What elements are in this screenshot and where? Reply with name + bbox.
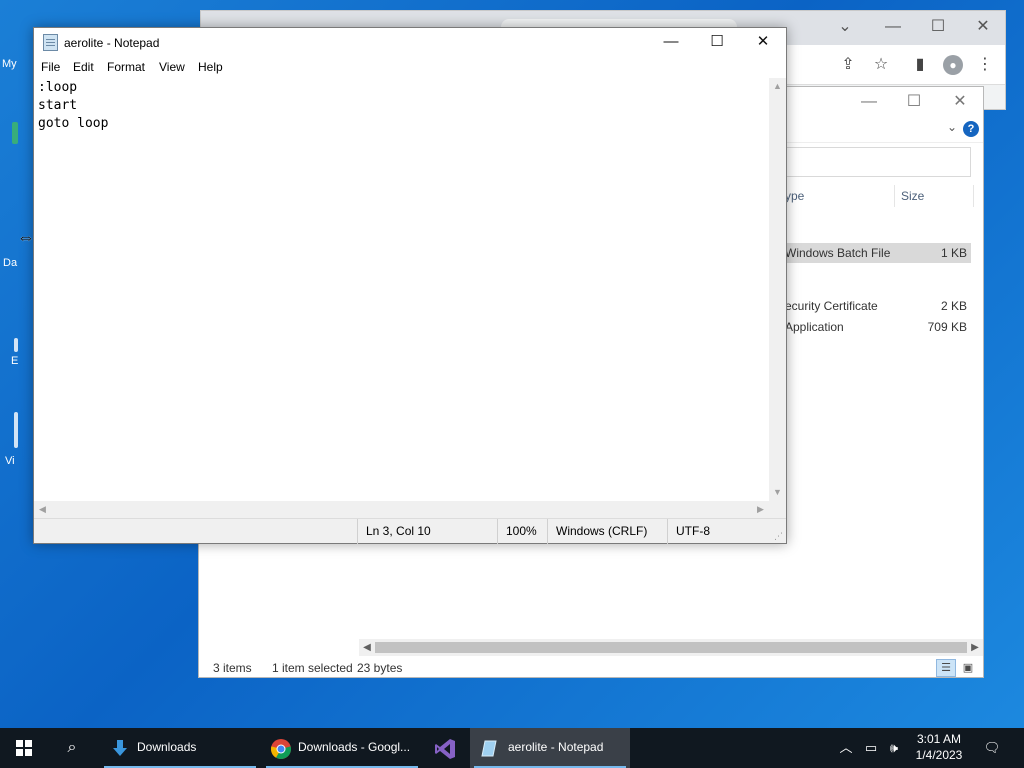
status-zoom: 100% xyxy=(497,519,547,544)
taskbar-item-label: aerolite - Notepad xyxy=(508,740,604,754)
app-icon xyxy=(12,122,18,144)
menu-edit[interactable]: Edit xyxy=(73,60,94,74)
desktop-icon-label: Vi xyxy=(5,455,15,467)
close-icon[interactable]: ✕ xyxy=(948,91,972,113)
notepad-icon xyxy=(480,738,500,758)
app-icon xyxy=(14,412,18,448)
chevron-down-icon[interactable]: ⌄ xyxy=(947,120,957,134)
resize-cursor-icon: ⇔ xyxy=(17,227,35,247)
status-bytes: 23 bytes xyxy=(357,661,403,675)
column-divider[interactable] xyxy=(973,185,974,207)
search-icon: ⌕ xyxy=(67,739,77,756)
status-encoding: UTF-8 xyxy=(667,519,786,544)
windows-logo-icon xyxy=(16,740,32,756)
scroll-right-icon[interactable]: ▶ xyxy=(752,501,769,518)
minimize-icon[interactable]: — xyxy=(883,17,903,37)
profile-avatar-icon[interactable]: ● xyxy=(943,55,963,75)
chrome-tab-search-icon[interactable]: ⌄ xyxy=(835,17,855,37)
vertical-scrollbar[interactable]: ▲ ▼ xyxy=(769,78,786,501)
minimize-button[interactable]: — xyxy=(648,28,694,58)
scrollbar-corner xyxy=(769,501,786,518)
editor-content[interactable]: :loop start goto loop xyxy=(38,79,108,133)
file-type: Windows Batch File xyxy=(785,246,891,260)
maximize-icon[interactable]: ☐ xyxy=(928,17,948,37)
download-arrow-icon xyxy=(110,738,130,758)
close-button[interactable]: ✕ xyxy=(740,28,786,58)
side-panel-icon[interactable]: ▮ xyxy=(910,55,930,75)
file-size: 2 KB xyxy=(940,299,967,313)
maximize-button[interactable]: ☐ xyxy=(694,28,740,58)
column-size[interactable]: Size xyxy=(901,189,924,203)
taskbar-item-notepad[interactable]: aerolite - Notepad xyxy=(470,728,630,768)
notepad-window[interactable]: aerolite - Notepad — ☐ ✕ File Edit Forma… xyxy=(33,27,787,544)
chrome-icon xyxy=(270,738,292,760)
app-icon xyxy=(14,338,18,352)
desktop-icon-label: E xyxy=(11,355,19,367)
scroll-left-icon[interactable]: ◀ xyxy=(359,639,375,656)
window-title: aerolite - Notepad xyxy=(64,36,160,50)
taskbar-item-label: Downloads xyxy=(137,740,197,754)
taskbar-item-visual-studio[interactable] xyxy=(424,728,468,768)
status-selected: 1 item selected xyxy=(272,661,353,675)
minimize-icon[interactable]: — xyxy=(857,91,881,113)
desktop-icon-e[interactable]: E xyxy=(0,338,20,367)
volume-icon[interactable]: 🕪 xyxy=(884,728,904,768)
visual-studio-icon xyxy=(434,738,455,759)
column-divider[interactable] xyxy=(894,185,895,207)
menu-file[interactable]: File xyxy=(41,60,60,74)
clock-time: 3:01 AM xyxy=(916,732,962,746)
notepad-icon xyxy=(43,34,58,51)
status-position: Ln 3, Col 10 xyxy=(357,519,497,544)
file-size: 709 KB xyxy=(927,320,967,334)
scroll-down-icon[interactable]: ▼ xyxy=(769,484,786,501)
large-icons-view-icon[interactable]: ▣ xyxy=(958,659,978,677)
network-icon[interactable]: ▭ xyxy=(860,728,882,768)
start-button[interactable] xyxy=(0,728,48,768)
scroll-left-icon[interactable]: ◀ xyxy=(34,501,51,518)
text-editor[interactable]: :loop start goto loop xyxy=(34,78,769,501)
menu-help[interactable]: Help xyxy=(198,60,223,74)
desktop-icon-label: Da xyxy=(3,257,18,269)
scroll-right-icon[interactable]: ▶ xyxy=(967,639,983,656)
notepad-titlebar[interactable]: aerolite - Notepad — ☐ ✕ xyxy=(34,28,786,58)
horizontal-scrollbar[interactable]: ◀ ▶ xyxy=(359,639,983,656)
horizontal-scrollbar[interactable]: ◀ ▶ xyxy=(34,501,769,518)
search-input[interactable] xyxy=(779,147,971,177)
column-type[interactable]: ype xyxy=(785,189,804,203)
help-icon[interactable]: ? xyxy=(963,121,979,137)
taskbar-item-chrome[interactable]: Downloads - Googl... xyxy=(262,728,422,768)
search-button[interactable]: ⌕ xyxy=(48,728,96,768)
system-clock[interactable]: 3:01 AM 1/4/2023 xyxy=(906,731,972,763)
show-hidden-icons-chevron-icon[interactable]: ︿ xyxy=(836,728,856,768)
menu-view[interactable]: View xyxy=(159,60,185,74)
taskbar: ⌕ Downloads Downloads - Googl... aerolit… xyxy=(0,728,1024,768)
bookmark-star-icon[interactable]: ☆ xyxy=(871,55,891,75)
file-type: ecurity Certificate xyxy=(785,299,878,313)
clock-date: 1/4/2023 xyxy=(915,748,963,762)
desktop-icon-vi[interactable]: Vi xyxy=(0,412,20,467)
menu-kebab-icon[interactable]: ⋮ xyxy=(975,55,995,75)
menu-bar: File Edit Format View Help xyxy=(34,58,786,78)
status-item-count: 3 items xyxy=(213,661,252,675)
desktop-icon-label: My xyxy=(2,58,17,70)
taskbar-item-downloads[interactable]: Downloads xyxy=(100,728,260,768)
share-icon[interactable]: ⇪ xyxy=(838,55,858,75)
menu-format[interactable]: Format xyxy=(107,60,145,74)
explorer-statusbar: 3 items 1 item selected 23 bytes ☰ ▣ xyxy=(199,657,983,679)
resize-grip-icon[interactable]: ⋰ xyxy=(774,531,784,541)
scroll-up-icon[interactable]: ▲ xyxy=(769,78,786,95)
desktop-icon-green[interactable] xyxy=(0,122,20,144)
close-icon[interactable]: ✕ xyxy=(973,17,993,37)
notifications-icon[interactable]: 🗨 xyxy=(980,728,1004,768)
notepad-statusbar: Ln 3, Col 10 100% Windows (CRLF) UTF-8 ⋰ xyxy=(34,518,786,544)
file-type: Application xyxy=(785,320,844,334)
maximize-icon[interactable]: ☐ xyxy=(902,91,926,113)
taskbar-item-label: Downloads - Googl... xyxy=(298,740,411,754)
scroll-thumb[interactable] xyxy=(375,642,967,653)
status-line-ending: Windows (CRLF) xyxy=(547,519,667,544)
file-size: 1 KB xyxy=(940,246,967,260)
details-view-icon[interactable]: ☰ xyxy=(936,659,956,677)
